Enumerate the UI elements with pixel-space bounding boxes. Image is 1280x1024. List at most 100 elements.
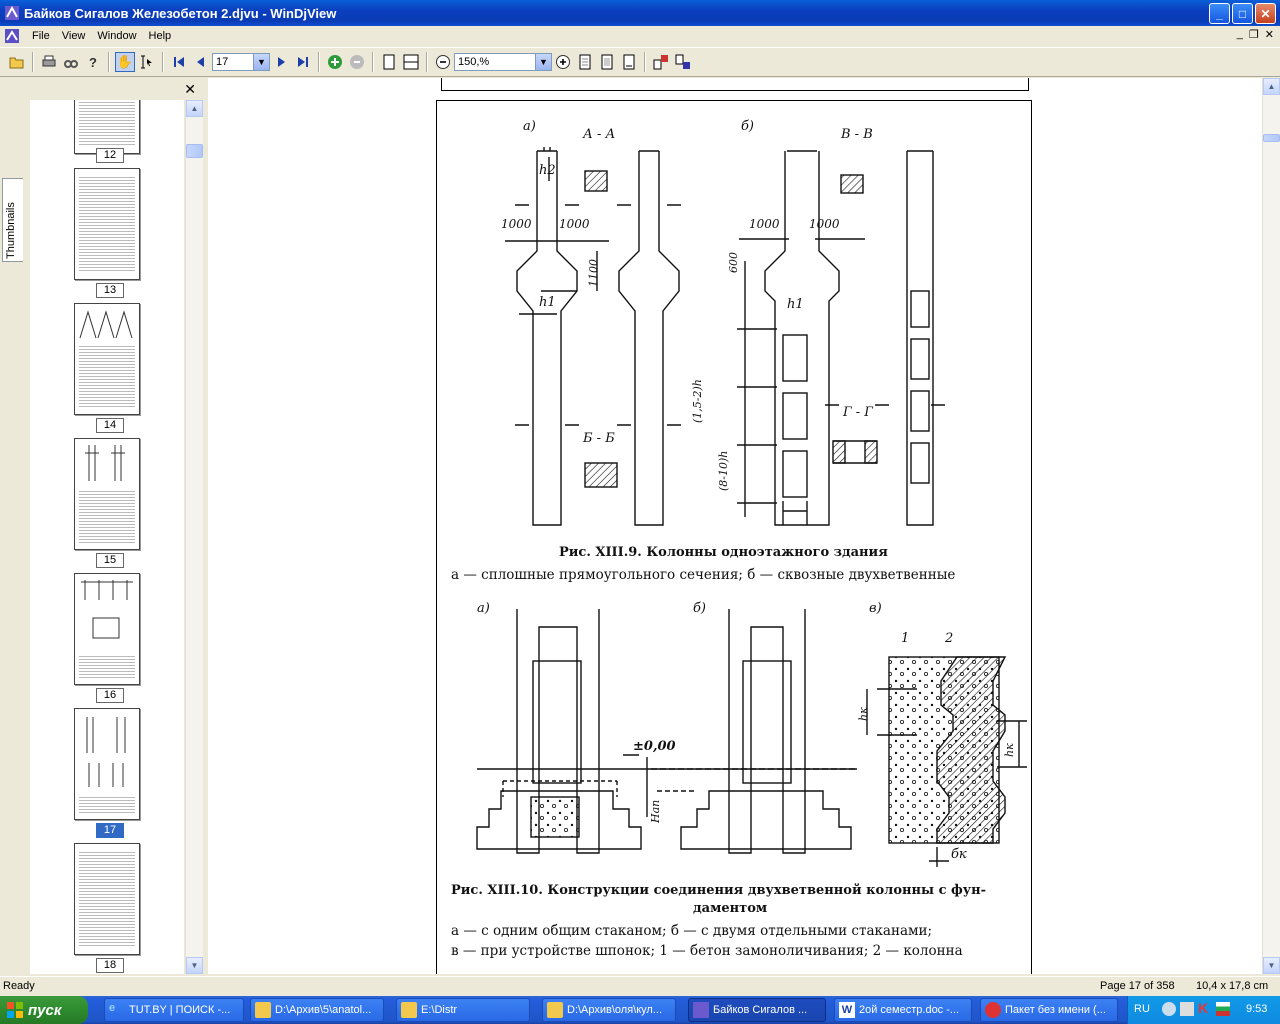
taskbar-item-folder-1[interactable]: D:\Архив\5\anatol... — [250, 998, 384, 1022]
fig2-caption-title: Рис. XIII.10. Конструкции соединения дву… — [451, 883, 986, 898]
taskbar-item-folder-2[interactable]: E:\Distr — [396, 998, 530, 1022]
document-viewer[interactable]: а) А - А б) В - В 1000 1000 1000 1000 h2… — [208, 78, 1262, 974]
close-button[interactable]: ✕ — [1255, 3, 1276, 24]
page-number-combo[interactable]: 17 ▼ — [212, 53, 270, 71]
language-indicator[interactable]: RU — [1134, 1003, 1150, 1015]
folder-icon — [255, 1002, 271, 1018]
menu-help[interactable]: Help — [143, 30, 178, 42]
window-title: Байков Сигалов Железобетон 2.djvu - WinD… — [24, 5, 337, 21]
label-dim-1100: 1100 — [587, 259, 600, 287]
continuous-page-icon[interactable] — [401, 52, 421, 72]
fit-page-icon[interactable] — [575, 52, 595, 72]
fit-width-icon[interactable] — [597, 52, 617, 72]
network-icon[interactable] — [1162, 1002, 1176, 1016]
taskbar-item-label: TUT.BY | ПОИСК -... — [129, 1004, 231, 1016]
close-panel-icon[interactable]: ✕ — [184, 81, 196, 98]
scroll-thumb[interactable] — [186, 144, 203, 158]
find-icon[interactable] — [61, 52, 81, 72]
label-fig2-a: а) — [477, 601, 490, 616]
single-page-icon[interactable] — [379, 52, 399, 72]
zoom-out-icon[interactable] — [433, 52, 453, 72]
thumbnail-page-12[interactable] — [74, 100, 140, 154]
menu-window[interactable]: Window — [91, 30, 142, 42]
label-a: а) — [523, 119, 536, 134]
chevron-down-icon[interactable]: ▼ — [535, 54, 551, 70]
zoom-combo[interactable]: 150,% ▼ — [454, 53, 552, 71]
label-2: 2 — [945, 631, 954, 646]
mdi-minimize-button[interactable]: _ — [1237, 28, 1243, 41]
taskbar-item-package[interactable]: Пакет без имени (... — [980, 998, 1118, 1022]
thumbnail-number[interactable]: 16 — [96, 688, 124, 703]
tab-thumbnails[interactable]: Thumbnails — [2, 178, 23, 262]
thumbnail-list[interactable]: 12 13 14 15 16 17 18 — [30, 100, 184, 974]
thumbnail-scrollbar[interactable]: ▲ ▼ — [185, 100, 203, 974]
toolbar: ? ✋ 17 ▼ 150,% ▼ — [0, 47, 1280, 77]
chevron-down-icon[interactable]: ▼ — [253, 54, 269, 70]
rotate-left-icon[interactable] — [651, 52, 671, 72]
thumbnail-number[interactable]: 13 — [96, 283, 124, 298]
scroll-thumb[interactable] — [1263, 134, 1280, 142]
label-b: б) — [741, 119, 755, 134]
document-scrollbar[interactable]: ▲ ▼ — [1262, 78, 1280, 974]
thumbnail-page-14[interactable] — [74, 303, 140, 415]
flag-tray-icon[interactable] — [1216, 1002, 1230, 1016]
antivirus-icon[interactable]: K — [1198, 1000, 1208, 1016]
volume-icon[interactable] — [1180, 1002, 1194, 1016]
taskbar-item-browser[interactable]: e TUT.BY | ПОИСК -... — [104, 998, 244, 1022]
toolbar-separator — [162, 52, 164, 72]
windjview-app-icon[interactable] — [4, 5, 20, 21]
menu-view[interactable]: View — [56, 30, 92, 42]
thumbnail-number[interactable]: 18 — [96, 958, 124, 973]
thumbnail-number[interactable]: 14 — [96, 418, 124, 433]
thumbnail-page-18[interactable] — [74, 843, 140, 955]
scroll-up-icon[interactable]: ▲ — [186, 100, 203, 117]
taskbar-item-windjview[interactable]: Байков Сигалов ... — [688, 998, 826, 1022]
taskbar-item-folder-3[interactable]: D:\Архив\оля\кул... — [542, 998, 676, 1022]
start-label: пуск — [28, 1001, 62, 1019]
thumbnail-number[interactable]: 12 — [96, 148, 124, 163]
start-button[interactable]: пуск — [0, 996, 88, 1024]
label-level: ±0,00 — [633, 739, 676, 754]
next-page-icon[interactable] — [271, 52, 291, 72]
taskbar-item-word[interactable]: W 2ой семестр.doc -... — [834, 998, 972, 1022]
scroll-down-icon[interactable]: ▼ — [1263, 957, 1280, 974]
rotate-right-icon[interactable] — [673, 52, 693, 72]
actual-size-icon[interactable] — [619, 52, 639, 72]
label-fig2-b: б) — [693, 601, 707, 616]
thumbnail-page-13[interactable] — [74, 168, 140, 280]
hand-tool-icon[interactable]: ✋ — [115, 52, 135, 72]
select-tool-icon[interactable] — [137, 52, 157, 72]
help-icon[interactable]: ? — [83, 52, 103, 72]
document-icon[interactable] — [4, 28, 20, 44]
thumbnail-number[interactable]: 15 — [96, 553, 124, 568]
label-dim-600: 600 — [727, 252, 740, 273]
toolbar-separator — [32, 52, 34, 72]
scroll-up-icon[interactable]: ▲ — [1263, 78, 1280, 95]
taskbar-item-label: Байков Сигалов ... — [713, 1004, 808, 1016]
scroll-down-icon[interactable]: ▼ — [186, 957, 203, 974]
folder-icon — [547, 1002, 563, 1018]
taskbar-item-label: D:\Архив\оля\кул... — [567, 1004, 663, 1016]
mdi-close-button[interactable]: ✕ — [1265, 28, 1274, 41]
taskbar: пуск e TUT.BY | ПОИСК -... D:\Архив\5\ana… — [0, 996, 1280, 1024]
minimize-button[interactable]: _ — [1209, 3, 1230, 24]
forward-icon[interactable] — [347, 52, 367, 72]
menu-bar: File View Window Help — [0, 26, 1280, 45]
back-icon[interactable] — [325, 52, 345, 72]
fig2-caption-line2: в — при устройстве шпонок; 1 — бетон зам… — [451, 943, 963, 959]
zoom-in-icon[interactable] — [553, 52, 573, 72]
open-icon[interactable] — [7, 52, 27, 72]
label-bb2: Б - Б — [583, 431, 615, 446]
thumbnail-page-16[interactable] — [74, 573, 140, 685]
thumbnail-page-15[interactable] — [74, 438, 140, 550]
print-icon[interactable] — [39, 52, 59, 72]
thumbnail-number-current[interactable]: 17 — [96, 823, 124, 838]
menu-file[interactable]: File — [26, 30, 56, 42]
first-page-icon[interactable] — [169, 52, 189, 72]
prev-page-icon[interactable] — [191, 52, 211, 72]
label-h2: h2 — [539, 163, 556, 178]
last-page-icon[interactable] — [293, 52, 313, 72]
maximize-button[interactable]: □ — [1232, 3, 1253, 24]
thumbnail-page-17[interactable] — [74, 708, 140, 820]
mdi-restore-button[interactable]: ❐ — [1249, 28, 1259, 41]
